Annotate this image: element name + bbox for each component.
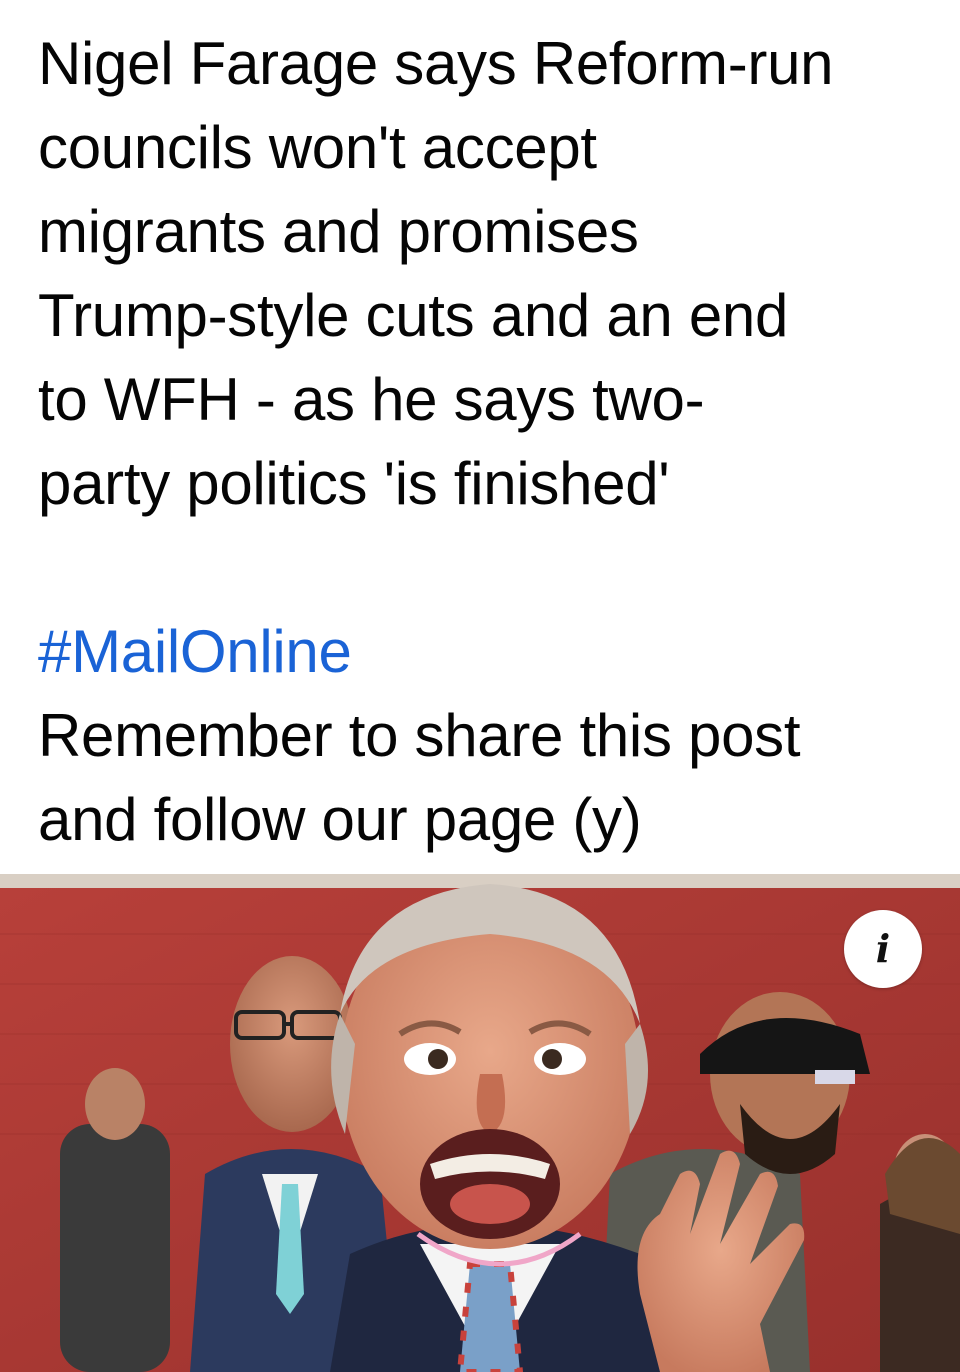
info-button[interactable]: i <box>844 910 922 988</box>
post-headline: Nigel Farage says Reform-run councils wo… <box>38 22 938 526</box>
headline-line: to WFH - as he says two- <box>38 366 705 433</box>
info-icon: i <box>875 926 891 971</box>
photo-illustration <box>0 874 960 1372</box>
hashtag-link[interactable]: #MailOnline <box>38 610 938 694</box>
cta-line: and follow our page (y) <box>38 786 642 853</box>
post-text: Nigel Farage says Reform-run councils wo… <box>38 22 938 862</box>
post-photo[interactable] <box>0 874 960 1372</box>
headline-line: Nigel Farage says Reform-run <box>38 30 834 97</box>
headline-line: councils won't accept <box>38 114 597 181</box>
cta-line: Remember to share this post <box>38 702 801 769</box>
headline-line: Trump-style cuts and an end <box>38 282 789 349</box>
background-woman-right <box>880 1134 960 1372</box>
headline-line: party politics 'is finished' <box>38 450 670 517</box>
headline-line: migrants and promises <box>38 198 639 265</box>
